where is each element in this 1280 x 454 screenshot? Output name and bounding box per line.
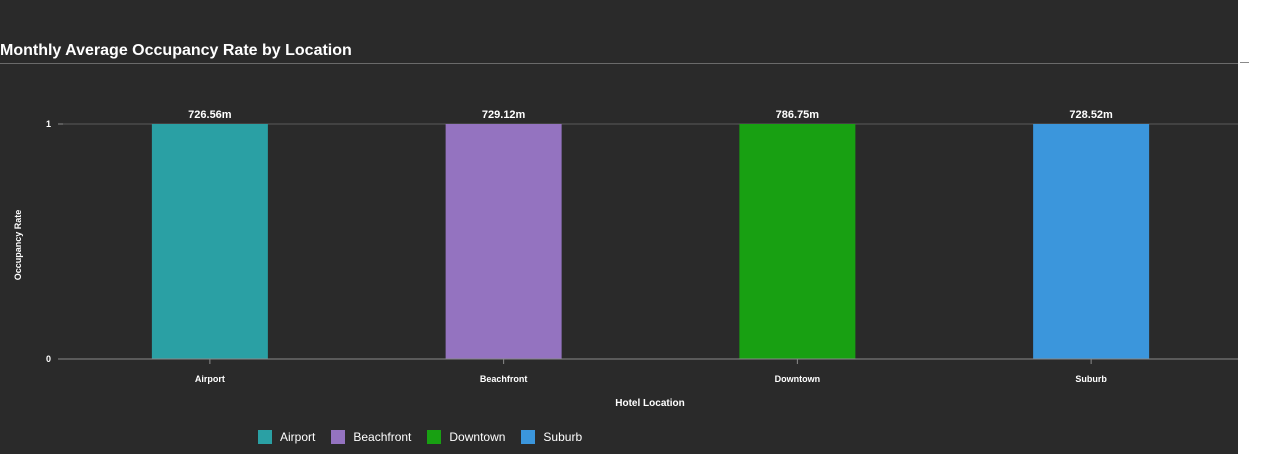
- edge-tick-mark: [1240, 62, 1249, 63]
- y-axis-title: Occupancy Rate: [13, 210, 23, 281]
- legend-label: Suburb: [543, 430, 583, 444]
- data-label: 786.75m: [776, 109, 820, 121]
- data-label: 726.56m: [188, 109, 232, 121]
- legend-item[interactable]: Downtown: [427, 430, 505, 444]
- bar-chart: 0 1 Airport 726.56m Beachfront 729.12m Downtow…: [13, 109, 1238, 409]
- legend-label: Airport: [280, 430, 316, 444]
- bar-downtown: [739, 124, 856, 359]
- legend-swatch: [331, 430, 346, 444]
- legend-item[interactable]: Airport: [258, 430, 315, 444]
- legend-swatch: [427, 430, 442, 444]
- x-axis-title: Hotel Location: [615, 398, 684, 409]
- x-tick-label: Suburb: [1075, 374, 1107, 384]
- x-tick-label: Beachfront: [480, 374, 528, 384]
- legend-swatch: [521, 430, 536, 444]
- bars: [151, 124, 1150, 359]
- legend-label: Beachfront: [353, 430, 412, 444]
- bar-beachfront: [445, 124, 562, 359]
- chart-legend: Airport Beachfront Downtown Suburb: [258, 430, 598, 444]
- legend-item[interactable]: Suburb: [521, 430, 582, 444]
- legend-label: Downtown: [449, 430, 506, 444]
- bar-airport: [151, 124, 268, 359]
- x-tick-label: Downtown: [775, 374, 821, 384]
- x-tick-label: Airport: [195, 374, 225, 384]
- legend-swatch: [258, 430, 272, 444]
- bar-suburb: [1033, 124, 1150, 359]
- y-tick-label: 0: [46, 354, 51, 364]
- y-tick-label: 1: [46, 119, 51, 129]
- legend-item[interactable]: Beachfront: [331, 430, 411, 444]
- data-label: 729.12m: [482, 109, 526, 121]
- data-label: 728.52m: [1069, 109, 1113, 121]
